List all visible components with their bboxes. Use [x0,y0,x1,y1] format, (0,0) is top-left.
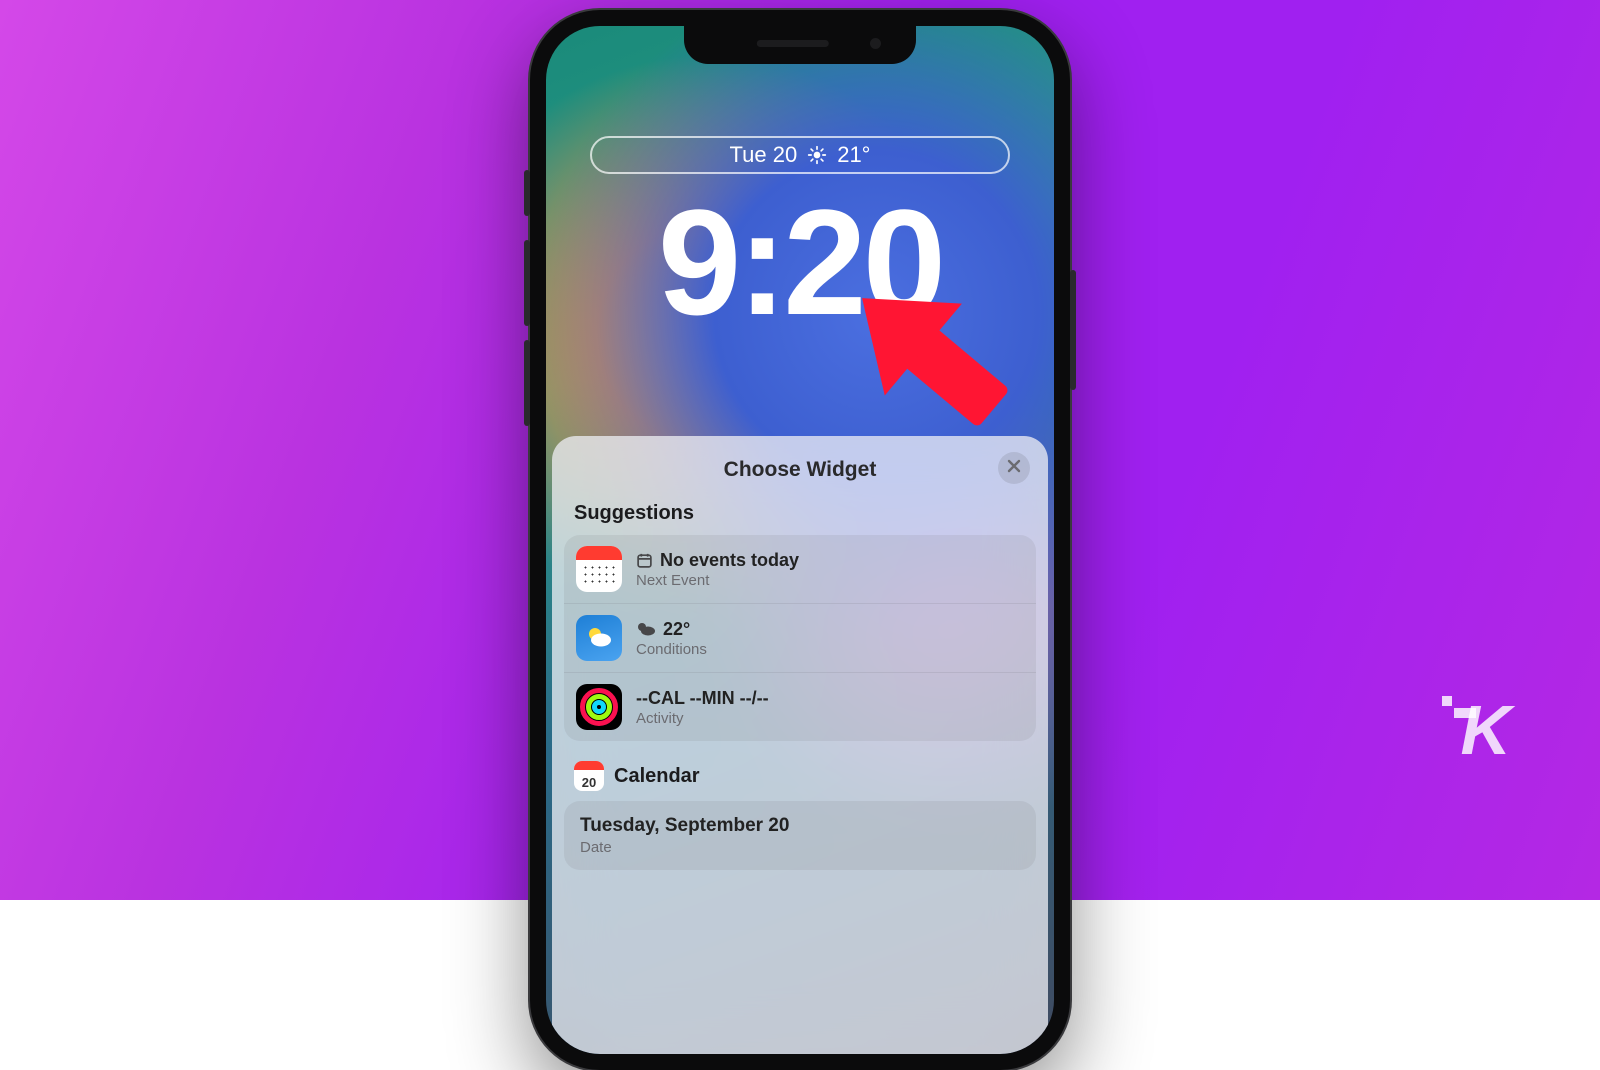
calendar-date-widget[interactable]: Tuesday, September 20 Date [564,801,1036,870]
watermark-logo: K [1460,690,1508,770]
sheet-title: Choose Widget [724,458,877,482]
phone-mute-switch [524,170,530,216]
lockscreen-temp-label: 21° [837,142,870,168]
calendar-glyph-icon [636,552,653,569]
sun-icon [807,145,827,165]
partly-cloudy-icon [636,621,656,637]
activity-app-icon [576,684,622,730]
callout-arrow-icon [816,256,1046,461]
calendar-small-icon: 20 [574,761,604,791]
suggestion-subtitle: Conditions [636,641,707,658]
phone-volume-down [524,340,530,426]
calendar-section-title: Calendar [614,765,700,788]
phone-notch [684,26,916,64]
lockscreen-date-label: Tue 20 [730,142,798,168]
weather-app-icon [576,615,622,661]
phone-volume-up [524,240,530,326]
suggestion-weather-conditions[interactable]: 22° Conditions [564,604,1036,673]
calendar-card: Tuesday, September 20 Date [564,801,1036,870]
suggestion-title: No events today [660,550,799,571]
suggestion-calendar-next-event[interactable]: No events today Next Event [564,535,1036,604]
suggestion-title: 22° [663,619,690,640]
close-icon [1007,459,1021,478]
suggestion-subtitle: Next Event [636,572,799,589]
calendar-section-header[interactable]: 20 Calendar [564,741,1036,801]
phone-power-button [1070,270,1076,390]
suggestion-title: --CAL --MIN --/-- [636,688,769,709]
suggestions-card: No events today Next Event [564,535,1036,741]
lockscreen-date-widget-slot[interactable]: Tue 20 21° [590,136,1010,174]
calendar-date-title: Tuesday, September 20 [580,815,1020,837]
suggestion-subtitle: Activity [636,710,769,727]
phone-frame: Tue 20 21° 9:20 Choose Widget [530,10,1070,1070]
calendar-app-icon [576,546,622,592]
calendar-date-subtitle: Date [580,839,1020,856]
suggestion-activity[interactable]: --CAL --MIN --/-- Activity [564,673,1036,741]
suggestions-header: Suggestions [564,488,1036,535]
choose-widget-sheet: Choose Widget Suggestions [552,436,1048,1054]
